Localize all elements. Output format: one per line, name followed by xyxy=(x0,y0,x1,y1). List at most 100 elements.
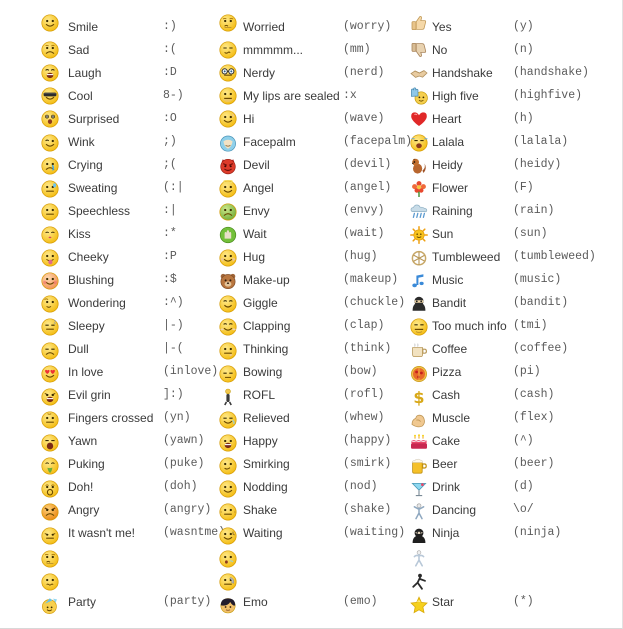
worried-face-icon[interactable] xyxy=(219,14,239,34)
handshake-icon[interactable] xyxy=(410,64,430,84)
emoticon-row[interactable]: z Sleepy |-) xyxy=(41,317,237,340)
emoticon-row[interactable]: Ninja (ninja) xyxy=(410,524,610,547)
emoticon-row[interactable]: Wondering:^) xyxy=(41,294,237,317)
angry-face-icon[interactable] xyxy=(41,503,61,523)
party-face-icon[interactable] xyxy=(41,596,61,616)
emoticon-row[interactable]: Sun (sun) xyxy=(410,225,610,248)
emoticon-row[interactable]: Yes (y) xyxy=(410,16,610,41)
emoticon-row[interactable]: Wink;) xyxy=(41,133,237,156)
emoticon-row[interactable]: In love (inlove) xyxy=(41,363,237,386)
thinking-face-icon[interactable] xyxy=(219,342,239,362)
emoticon-row[interactable]: Kiss:* xyxy=(41,225,237,248)
emoticon-row[interactable]: Hug (hug) xyxy=(219,248,415,271)
dancer-dark-icon[interactable] xyxy=(410,573,430,593)
emoticon-row[interactable]: Angry (angry) xyxy=(41,501,237,524)
emoticon-row[interactable]: Lalala (lalala) xyxy=(410,133,610,156)
dancing-figure-icon[interactable] xyxy=(410,503,430,523)
emoticon-row[interactable]: Nerdy (nerd) xyxy=(219,64,415,87)
heart-icon[interactable] xyxy=(410,110,430,130)
thumbs-down-icon[interactable] xyxy=(410,41,430,61)
emoticon-row[interactable]: Heidy (heidy) xyxy=(410,156,610,179)
emoticon-row[interactable]: Clapping (clap) xyxy=(219,317,415,340)
emoticon-row[interactable]: Facepalm (facepalm) xyxy=(219,133,415,156)
emoticon-row[interactable]: Too much info (tmi) xyxy=(410,317,610,340)
flexed-biceps-icon[interactable] xyxy=(410,411,430,431)
crying-face-icon[interactable] xyxy=(41,157,61,177)
emoticon-row[interactable]: Puking (puke) xyxy=(41,455,237,478)
wait-hand-icon[interactable] xyxy=(219,226,239,246)
emoticon-row[interactable]: Laugh:D xyxy=(41,64,237,87)
worried-face-icon[interactable] xyxy=(41,550,61,570)
nervous-face-icon[interactable] xyxy=(41,573,61,593)
yawning-face-icon[interactable] xyxy=(41,434,61,454)
sad-face-icon[interactable] xyxy=(41,41,61,61)
emoticon-row[interactable]: Party (party) xyxy=(41,593,237,616)
cocktail-glass-icon[interactable] xyxy=(410,480,430,500)
music-note-icon[interactable] xyxy=(410,272,430,292)
relieved-face-icon[interactable] xyxy=(219,411,239,431)
lips-sealed-face-icon[interactable] xyxy=(219,87,239,107)
evil-grin-face-icon[interactable] xyxy=(41,388,61,408)
emoticon-row[interactable]: Shake (shake) xyxy=(219,501,415,524)
dancer-white-icon[interactable] xyxy=(410,550,430,570)
emoticon-row[interactable]: Heart (h) xyxy=(410,110,610,133)
smiling-face-icon[interactable] xyxy=(41,14,61,34)
emoticon-row[interactable]: Flower (F) xyxy=(410,179,610,202)
emoticon-row[interactable]: Devil (devil) xyxy=(219,156,415,179)
rain-cloud-icon[interactable] xyxy=(410,203,430,223)
emoticon-row[interactable]: Sad:( xyxy=(41,41,237,64)
emoticon-row[interactable] xyxy=(219,570,415,593)
emoticon-row[interactable]: Evil grin]:) xyxy=(41,386,237,409)
sunglasses-face-icon[interactable] xyxy=(41,87,61,107)
emoticon-row[interactable]: No (n) xyxy=(410,41,610,64)
happy-face-icon[interactable] xyxy=(219,434,239,454)
birthday-cake-icon[interactable] xyxy=(410,434,430,454)
smirking-face-icon[interactable] xyxy=(219,457,239,477)
emoticon-row[interactable]: ROFL (rofl) xyxy=(219,386,415,409)
it-wasnt-me-face-icon[interactable] xyxy=(41,526,61,547)
emoticon-row[interactable]: It wasn't me! (wasntme) xyxy=(41,524,237,547)
emoticon-row[interactable]: Giggle (chuckle) xyxy=(219,294,415,317)
lalala-face-icon[interactable] xyxy=(410,134,430,154)
wondering-face-icon[interactable] xyxy=(41,295,61,315)
emoticon-row[interactable]: Drink (d) xyxy=(410,478,610,501)
coffee-cup-icon[interactable] xyxy=(410,342,430,362)
devil-face-icon[interactable] xyxy=(219,157,239,177)
envy-face-icon[interactable] xyxy=(219,203,239,223)
star-icon[interactable] xyxy=(410,596,430,616)
emoticon-row[interactable]: Fingers crossed (yn) xyxy=(41,409,237,432)
emoticon-row[interactable]: Cheeky:P xyxy=(41,248,237,271)
tumbleweed-icon[interactable] xyxy=(410,249,430,269)
emoticon-row[interactable]: Dancing \o/ xyxy=(410,501,610,524)
blushing-face-icon[interactable] xyxy=(41,272,61,292)
emoticon-row[interactable] xyxy=(219,547,415,570)
emoticon-row[interactable]: Hi (wave) xyxy=(219,110,415,133)
high-five-icon[interactable] xyxy=(410,87,430,107)
surprised-face-icon[interactable] xyxy=(41,110,61,130)
puking-face-icon[interactable] xyxy=(41,457,61,477)
head-shake-face-icon[interactable] xyxy=(219,503,239,523)
emoticon-row[interactable]: Bowing (bow) xyxy=(219,363,415,386)
emoticon-row[interactable]: Yawn (yawn) xyxy=(41,432,237,455)
winking-face-icon[interactable] xyxy=(41,134,61,154)
emoticon-row[interactable]: Nodding (nod) xyxy=(219,478,415,501)
emoticon-row[interactable]: Sweating (:| xyxy=(41,179,237,202)
angel-face-icon[interactable] xyxy=(219,179,239,200)
emoticon-row[interactable]: Cake (^) xyxy=(410,432,610,455)
sleepy-face-icon[interactable]: z xyxy=(41,318,61,338)
emoticon-row[interactable] xyxy=(410,570,610,593)
emoticon-row[interactable]: Worried (worry) xyxy=(219,14,415,41)
emoticon-row[interactable]: Pizza (pi) xyxy=(410,363,610,386)
nodding-face-icon[interactable] xyxy=(219,480,239,500)
facepalm-icon[interactable] xyxy=(219,134,239,154)
hug-icon[interactable] xyxy=(219,249,239,269)
emoticon-row[interactable]: Make-up (makeup) xyxy=(219,271,415,294)
emo-face-icon[interactable] xyxy=(219,596,239,616)
emoticon-row[interactable]: Wait (wait) xyxy=(219,225,415,248)
emoticon-row[interactable] xyxy=(41,547,237,570)
beer-mug-icon[interactable] xyxy=(410,457,430,477)
sun-icon[interactable] xyxy=(410,226,430,246)
emoticon-row[interactable]: Handshake (handshake) xyxy=(410,64,610,87)
emoticon-row[interactable]: Coffee (coffee) xyxy=(410,340,610,363)
whistling-face-icon[interactable] xyxy=(219,550,239,570)
